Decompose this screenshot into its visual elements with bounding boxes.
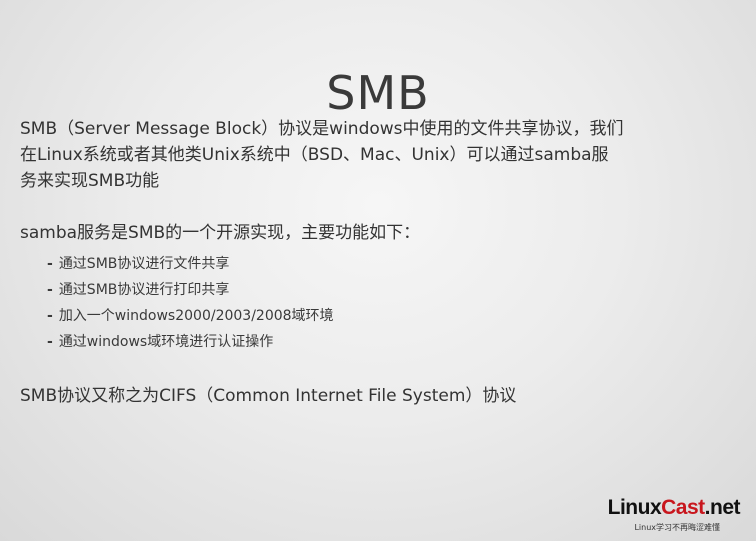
list-item: - 通过SMB协议进行文件共享 bbox=[47, 251, 334, 277]
logo-tagline: Linux学习不再晦涩难懂 bbox=[634, 523, 720, 532]
bullet-marker: - bbox=[47, 256, 53, 272]
intro-line-1: SMB（Server Message Block）协议是windows中使用的文… bbox=[20, 119, 624, 139]
intro-line-3: 务来实现SMB功能 bbox=[20, 171, 160, 191]
slide-title: SMB bbox=[326, 65, 430, 120]
logo-word-net: .net bbox=[704, 496, 741, 519]
bullet-marker: - bbox=[47, 334, 53, 350]
intro-paragraph: SMB（Server Message Block）协议是windows中使用的文… bbox=[20, 116, 740, 194]
logo-word-cast: Cast bbox=[661, 496, 705, 519]
list-item-text: 通过SMB协议进行文件共享 bbox=[58, 256, 230, 272]
slide: SMB SMB（Server Message Block）协议是windows中… bbox=[0, 0, 756, 541]
cifs-note-text: SMB协议又称之为CIFS（Common Internet File Syste… bbox=[20, 386, 517, 406]
list-item-text: 通过SMB协议进行打印共享 bbox=[58, 282, 230, 298]
bullet-marker: - bbox=[47, 282, 53, 298]
list-item-text: 加入一个windows2000/2003/2008域环境 bbox=[58, 308, 334, 324]
list-item-text: 通过windows域环境进行认证操作 bbox=[58, 334, 274, 350]
list-item: - 通过windows域环境进行认证操作 bbox=[47, 329, 334, 355]
linuxcast-logo: LinuxCast.net Linux学习不再晦涩难懂 bbox=[607, 496, 741, 534]
samba-heading: samba服务是SMB的一个开源实现，主要功能如下： bbox=[20, 220, 740, 246]
feature-list: - 通过SMB协议进行文件共享 - 通过SMB协议进行打印共享 - 加入一个windo… bbox=[47, 251, 334, 355]
cifs-note: SMB协议又称之为CIFS（Common Internet File Syste… bbox=[20, 383, 740, 409]
bullet-marker: - bbox=[47, 308, 53, 324]
samba-heading-text: samba服务是SMB的一个开源实现，主要功能如下： bbox=[20, 223, 421, 243]
list-item: - 通过SMB协议进行打印共享 bbox=[47, 277, 334, 303]
logo-word-linux: Linux bbox=[607, 496, 662, 519]
intro-line-2: 在Linux系统或者其他类Unix系统中（BSD、Mac、Unix）可以通过sa… bbox=[20, 145, 609, 165]
logo-wordmark: LinuxCast.net bbox=[607, 496, 741, 520]
list-item: - 加入一个windows2000/2003/2008域环境 bbox=[47, 303, 334, 329]
